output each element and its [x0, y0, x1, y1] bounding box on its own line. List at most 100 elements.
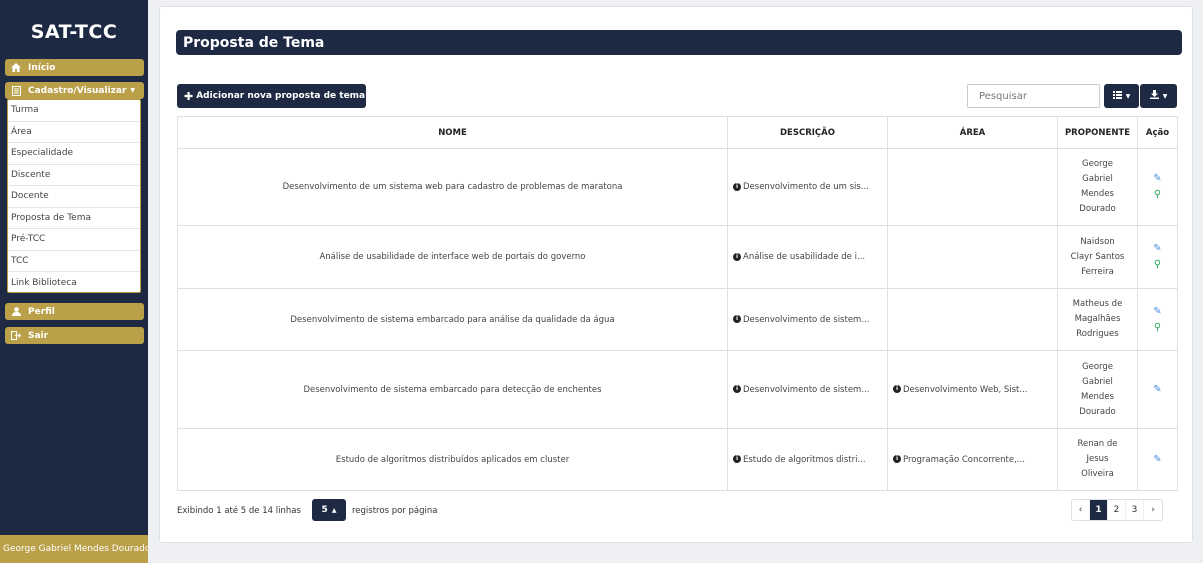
nav-sair[interactable]: Sair: [5, 327, 144, 344]
add-proposal-label: Adicionar nova proposta de tema: [196, 91, 366, 101]
cell-acao: ✎ ⚲: [1137, 288, 1178, 351]
proponente-line: George: [1082, 159, 1113, 169]
info-icon: i: [733, 182, 741, 191]
pagination-page-2[interactable]: 2: [1108, 500, 1126, 520]
cell-area: [887, 288, 1058, 351]
pagination-next[interactable]: ›: [1144, 500, 1162, 520]
page-title: Proposta de Tema: [176, 30, 1182, 55]
nav-inicio[interactable]: Início: [5, 59, 144, 76]
list-icon: [11, 85, 21, 96]
cell-descricao[interactable]: i Desenvolvimento de um sis...: [727, 148, 888, 226]
info-icon: i: [733, 455, 741, 463]
info-icon: i: [733, 315, 741, 323]
cell-descricao[interactable]: i Estudo de algoritmos distri...: [727, 428, 888, 491]
header-area[interactable]: ÁREA: [887, 116, 1058, 149]
home-icon: [11, 63, 21, 72]
submenu-item-proposta-de-tema[interactable]: Proposta de Tema: [8, 208, 140, 229]
page-size-dropdown[interactable]: 5 ▲: [312, 499, 346, 521]
edit-icon[interactable]: ✎: [1153, 454, 1161, 465]
submenu-item-pre-tcc[interactable]: Pré-TCC: [8, 229, 140, 251]
proponente-line: Matheus de: [1072, 299, 1123, 309]
info-icon: i: [893, 385, 901, 393]
submenu-item-discente[interactable]: Discente: [8, 165, 140, 186]
header-nome[interactable]: NOME: [177, 116, 728, 149]
proponente-line: Rodrigues: [1076, 329, 1119, 339]
nav-inicio-label: Início: [28, 62, 56, 73]
proponente-line: Dourado: [1079, 406, 1116, 417]
cell-descricao[interactable]: i Desenvolvimento de sistem...: [727, 288, 888, 351]
cell-nome: Desenvolvimento de um sistema web para c…: [177, 148, 728, 226]
cell-area[interactable]: i Desenvolvimento Web, Sist...: [887, 350, 1058, 429]
submenu-item-docente[interactable]: Docente: [8, 186, 140, 208]
submenu-item-link-biblioteca[interactable]: Link Biblioteca: [8, 272, 140, 294]
user-icon: [11, 307, 21, 316]
table-row: Desenvolvimento de sistema embarcado par…: [177, 350, 1178, 429]
edit-icon[interactable]: ✎: [1153, 384, 1161, 395]
pagination: ‹ 1 2 3 ›: [1071, 499, 1163, 521]
cell-nome: Estudo de algoritmos distribuídos aplica…: [177, 428, 728, 491]
cell-proponente: George Gabriel Mendes Dourado: [1057, 148, 1138, 226]
table-row: Análise de usabilidade de interface web …: [177, 225, 1178, 289]
page-size-value: 5: [321, 505, 328, 515]
cell-proponente: George Gabriel Mendes Dourado: [1057, 350, 1138, 429]
cell-area: [887, 148, 1058, 226]
brand-logo: SAT-TCC: [30, 21, 118, 43]
proponente-line: Naidson: [1080, 236, 1115, 247]
edit-icon[interactable]: ✎: [1153, 244, 1161, 254]
submenu-item-turma[interactable]: Turma: [8, 100, 140, 122]
submenu-item-tcc[interactable]: TCC: [8, 251, 140, 272]
proponente-line: George: [1082, 361, 1113, 372]
nav-cadastro-label: Cadastro/Visualizar: [28, 85, 127, 96]
proponente-line: Clayr Santos: [1070, 251, 1125, 262]
table-row: Desenvolvimento de sistema embarcado par…: [177, 288, 1178, 351]
columns-icon: [1112, 90, 1122, 102]
pagination-page-1[interactable]: 1: [1090, 500, 1108, 520]
records-per-page-label: registros por página: [352, 506, 438, 516]
cell-descricao[interactable]: i Desenvolvimento de sistem...: [727, 350, 888, 429]
add-proposal-button[interactable]: ✚ Adicionar nova proposta de tema: [177, 84, 366, 108]
header-acao: Ação: [1137, 116, 1178, 149]
caret-down-icon: ▼: [130, 87, 136, 94]
caret-up-icon: ▲: [331, 506, 337, 514]
nav-perfil[interactable]: Perfil: [5, 303, 144, 320]
cell-descricao[interactable]: i Análise de usabilidade de i...: [727, 225, 888, 289]
cell-nome: Análise de usabilidade de interface web …: [177, 225, 728, 289]
export-button[interactable]: ▼: [1140, 84, 1177, 108]
search-icon[interactable]: ⚲: [1154, 190, 1161, 200]
pagination-prev[interactable]: ‹: [1072, 500, 1090, 520]
descricao-text: Estudo de algoritmos distri...: [743, 454, 866, 465]
cell-area: [887, 225, 1058, 289]
proponente-line: Ferreira: [1081, 266, 1114, 277]
cell-acao: ✎ ⚲: [1137, 225, 1178, 289]
pagination-page-3[interactable]: 3: [1126, 500, 1144, 520]
header-proponente[interactable]: PROPONENTE: [1057, 116, 1138, 149]
header-descricao[interactable]: DESCRIÇÃO: [727, 116, 888, 149]
edit-icon[interactable]: ✎: [1153, 174, 1161, 184]
cell-proponente: Matheus de Magalhães Rodrigues: [1057, 288, 1138, 351]
area-text: Desenvolvimento Web, Sist...: [903, 384, 1028, 395]
proponente-line: Gabriel: [1082, 376, 1113, 387]
cell-area[interactable]: i Programação Concorrente,...: [887, 428, 1058, 491]
descricao-text: Análise de usabilidade de i...: [743, 252, 866, 262]
info-icon: i: [733, 252, 741, 261]
sign-out-icon: [11, 331, 21, 340]
table-header-row: NOME DESCRIÇÃO ÁREA PROPONENTE Ação: [177, 116, 1178, 149]
columns-toggle-button[interactable]: ▼: [1104, 84, 1139, 108]
descricao-text: Desenvolvimento de sistem...: [743, 314, 870, 325]
cell-nome: Desenvolvimento de sistema embarcado par…: [177, 288, 728, 351]
search-input[interactable]: [967, 84, 1100, 108]
nav-cadastro[interactable]: Cadastro/Visualizar ▼: [5, 82, 144, 99]
proponente-line: Mendes: [1080, 391, 1114, 402]
edit-icon[interactable]: ✎: [1153, 306, 1161, 317]
submenu-item-area[interactable]: Área: [8, 122, 140, 143]
main-panel: Proposta de Tema ✚ Adicionar nova propos…: [159, 6, 1193, 543]
pagination-info: Exibindo 1 até 5 de 14 linhas: [177, 506, 301, 516]
search-icon[interactable]: ⚲: [1154, 322, 1161, 333]
submenu-item-especialidade[interactable]: Especialidade: [8, 143, 140, 165]
search-icon[interactable]: ⚲: [1154, 260, 1161, 270]
sidebar: SAT-TCC Início Cadastro/Visualizar ▼ Tur…: [0, 0, 148, 563]
current-user: George Gabriel Mendes Dourado: [0, 535, 148, 563]
area-text: Programação Concorrente,...: [903, 454, 1025, 465]
proponente-line: Magalhães: [1074, 314, 1121, 324]
proponente-line: Dourado: [1079, 204, 1116, 214]
